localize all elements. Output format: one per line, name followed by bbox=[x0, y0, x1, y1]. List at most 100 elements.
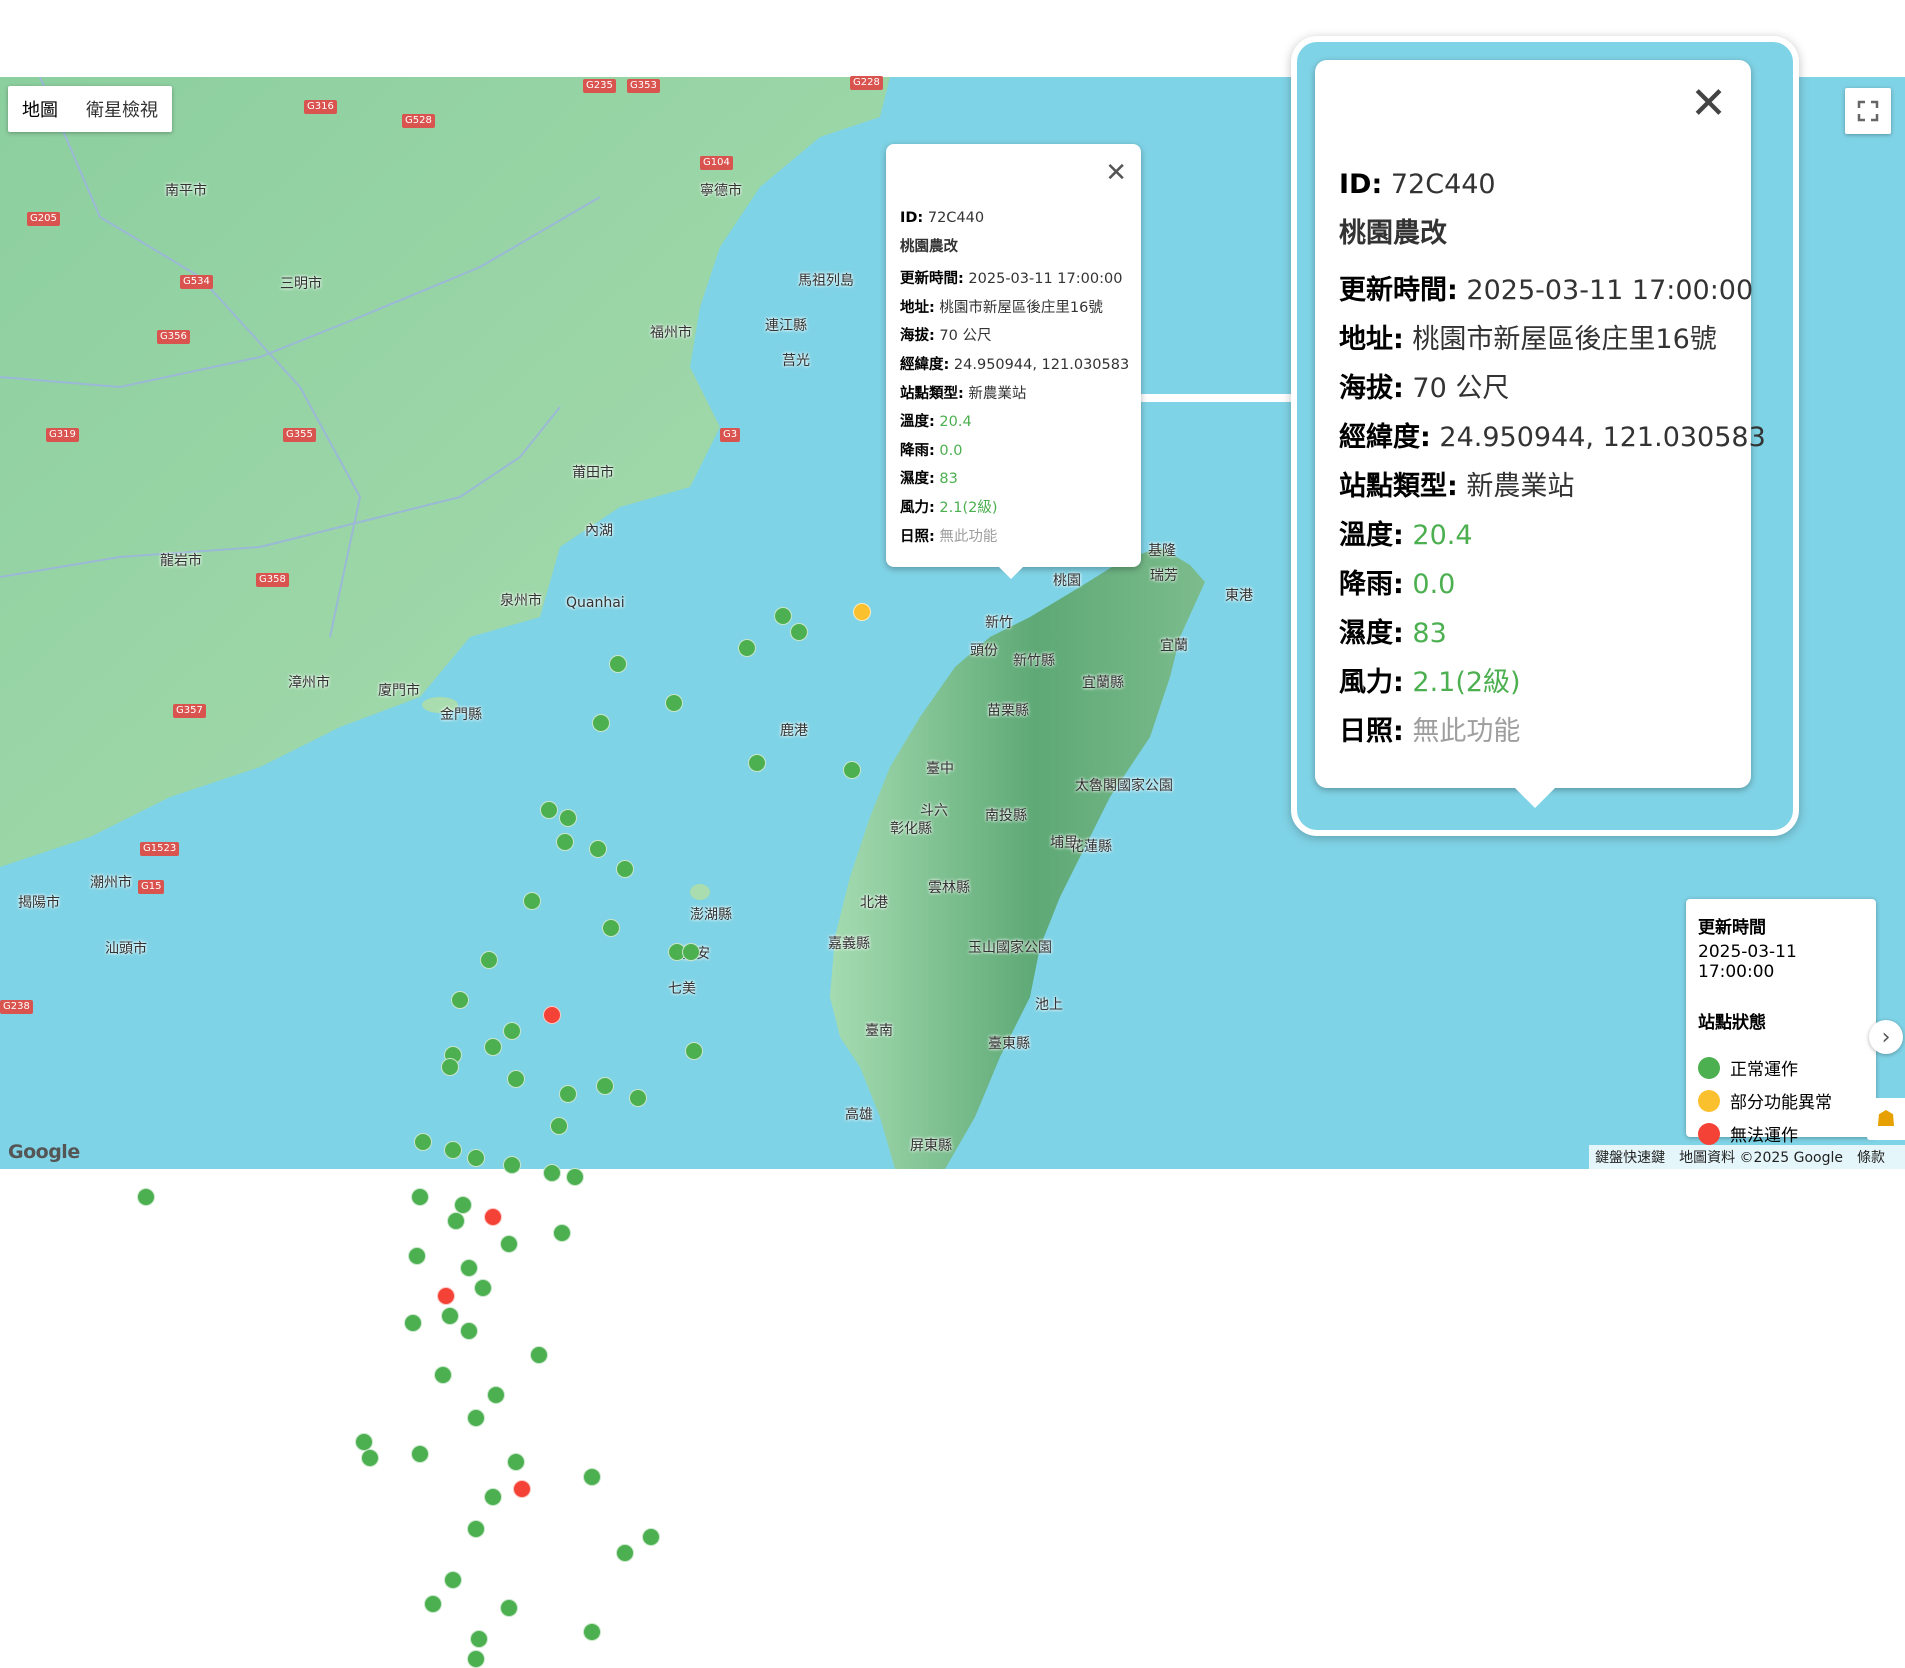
station-marker[interactable] bbox=[592, 714, 611, 732]
place-label: 漳州市 bbox=[288, 675, 330, 691]
place-label: 潮州市 bbox=[90, 875, 132, 891]
station-marker[interactable] bbox=[559, 1085, 578, 1104]
place-label: 揭陽市 bbox=[18, 895, 60, 911]
station-marker[interactable] bbox=[450, 990, 469, 1009]
station-marker[interactable] bbox=[539, 800, 558, 819]
station-marker[interactable] bbox=[523, 891, 542, 910]
station-marker[interactable] bbox=[424, 1594, 443, 1613]
legend-updated-title: 更新時間 bbox=[1698, 918, 1766, 938]
station-marker[interactable] bbox=[552, 1223, 571, 1242]
station-marker[interactable] bbox=[556, 832, 575, 851]
station-marker[interactable] bbox=[443, 1571, 462, 1590]
station-marker[interactable] bbox=[843, 761, 862, 780]
station-marker[interactable] bbox=[467, 1650, 485, 1668]
place-label: 彰化縣 bbox=[890, 821, 932, 837]
fullscreen-button[interactable] bbox=[1845, 88, 1891, 134]
station-marker[interactable] bbox=[790, 623, 809, 642]
station-marker[interactable] bbox=[467, 1409, 485, 1428]
station-marker[interactable] bbox=[641, 1527, 660, 1546]
station-marker[interactable] bbox=[542, 1164, 561, 1183]
road-shield: G238 bbox=[0, 1000, 33, 1014]
place-label: 基隆 bbox=[1148, 543, 1176, 559]
place-label: 寧德市 bbox=[700, 183, 742, 199]
close-icon[interactable]: ✕ bbox=[1105, 158, 1127, 188]
station-marker[interactable] bbox=[503, 1022, 522, 1041]
road-shield: G228 bbox=[850, 76, 883, 90]
station-marker[interactable] bbox=[506, 1452, 525, 1471]
station-marker[interactable] bbox=[773, 607, 792, 626]
station-marker[interactable] bbox=[437, 1286, 456, 1305]
map-type-satellite-button[interactable]: 衛星檢視 bbox=[72, 86, 172, 132]
station-marker[interactable] bbox=[529, 1346, 548, 1364]
station-marker[interactable] bbox=[853, 603, 872, 622]
station-marker[interactable] bbox=[684, 1041, 703, 1060]
station-marker[interactable] bbox=[361, 1448, 380, 1467]
station-marker[interactable] bbox=[410, 1444, 429, 1463]
station-marker[interactable] bbox=[434, 1365, 452, 1384]
station-marker[interactable] bbox=[615, 1543, 634, 1562]
station-marker[interactable] bbox=[589, 840, 608, 859]
station-marker[interactable] bbox=[467, 1148, 485, 1167]
station-marker[interactable] bbox=[486, 1385, 505, 1404]
station-marker[interactable] bbox=[513, 1480, 532, 1499]
station-marker[interactable] bbox=[582, 1468, 601, 1487]
station-marker[interactable] bbox=[595, 1077, 614, 1096]
station-marker[interactable] bbox=[582, 1622, 601, 1641]
station-marker[interactable] bbox=[467, 1519, 485, 1538]
place-label: 苗栗縣 bbox=[987, 703, 1029, 719]
station-marker[interactable] bbox=[566, 1168, 584, 1187]
station-marker[interactable] bbox=[440, 1306, 459, 1325]
station-marker[interactable] bbox=[460, 1322, 479, 1341]
station-marker[interactable] bbox=[137, 1188, 155, 1206]
station-marker[interactable] bbox=[483, 1037, 502, 1056]
terms-link[interactable]: 條款 bbox=[1857, 1150, 1885, 1166]
station-marker[interactable] bbox=[407, 1247, 426, 1266]
place-label: 馬祖列島 bbox=[798, 273, 854, 289]
station-marker[interactable] bbox=[503, 1156, 522, 1175]
station-marker[interactable] bbox=[608, 654, 627, 673]
station-marker[interactable] bbox=[500, 1598, 518, 1617]
legend-updated-value: 2025-03-11 17:00:00 bbox=[1698, 942, 1797, 982]
station-name-link[interactable]: 桃園農改 bbox=[900, 233, 1129, 262]
station-marker[interactable] bbox=[470, 1630, 489, 1649]
station-marker[interactable] bbox=[483, 1488, 502, 1507]
station-marker[interactable] bbox=[414, 1132, 433, 1151]
station-marker[interactable] bbox=[500, 1235, 518, 1254]
station-marker[interactable] bbox=[440, 1057, 459, 1076]
road-shield: G534 bbox=[180, 275, 213, 289]
station-marker[interactable] bbox=[559, 808, 578, 827]
station-marker[interactable] bbox=[506, 1069, 525, 1088]
station-marker[interactable] bbox=[447, 1211, 466, 1230]
status-dot-icon bbox=[1698, 1089, 1720, 1112]
place-label: 新竹 bbox=[985, 615, 1013, 631]
station-marker[interactable] bbox=[542, 1006, 561, 1025]
map-type-control: 地圖 衛星檢視 bbox=[8, 86, 172, 132]
station-marker[interactable] bbox=[460, 1259, 479, 1278]
station-marker[interactable] bbox=[410, 1188, 429, 1206]
map-type-map-button[interactable]: 地圖 bbox=[8, 86, 72, 132]
road-shield: G528 bbox=[402, 114, 435, 128]
station-marker[interactable] bbox=[404, 1314, 423, 1333]
station-marker[interactable] bbox=[628, 1089, 647, 1108]
keyboard-shortcuts-link[interactable]: 鍵盤快速鍵 bbox=[1595, 1150, 1665, 1166]
chevron-right-icon[interactable]: › bbox=[1869, 1020, 1903, 1054]
station-marker[interactable] bbox=[480, 951, 499, 969]
place-label: 龍岩市 bbox=[160, 553, 202, 569]
station-marker[interactable] bbox=[681, 943, 700, 962]
station-marker[interactable] bbox=[737, 638, 756, 657]
place-label: 莒光 bbox=[782, 353, 810, 369]
station-marker[interactable] bbox=[483, 1207, 502, 1226]
station-name-link[interactable]: 桃園農改 bbox=[1339, 209, 1766, 258]
station-marker[interactable] bbox=[473, 1278, 492, 1297]
road-shield: G104 bbox=[700, 156, 733, 170]
station-marker[interactable] bbox=[615, 860, 634, 879]
place-label: 高雄 bbox=[845, 1107, 873, 1123]
station-marker[interactable] bbox=[549, 1116, 568, 1135]
pegman-icon[interactable]: ☗ bbox=[1867, 1098, 1905, 1140]
station-marker[interactable] bbox=[443, 1140, 462, 1159]
close-icon[interactable]: ✕ bbox=[1690, 78, 1727, 129]
fullscreen-icon bbox=[1857, 100, 1879, 122]
station-marker[interactable] bbox=[602, 919, 621, 938]
station-marker[interactable] bbox=[747, 753, 766, 772]
station-marker[interactable] bbox=[665, 694, 683, 713]
